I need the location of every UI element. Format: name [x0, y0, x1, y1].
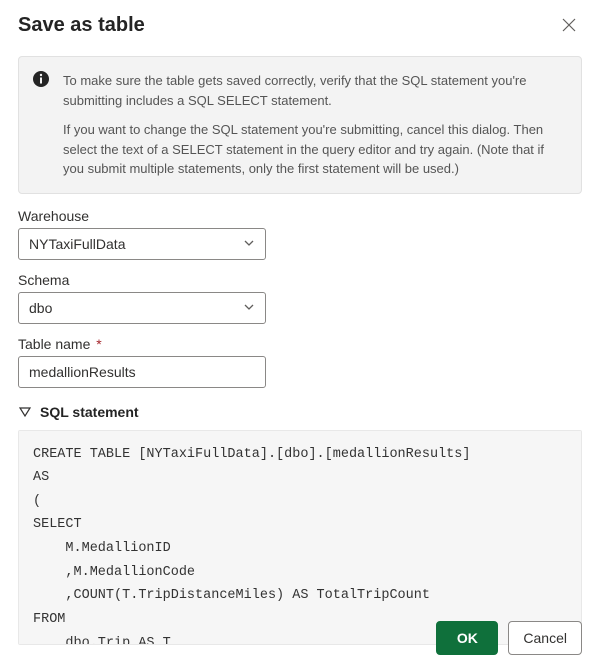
cancel-button[interactable]: Cancel	[508, 621, 582, 655]
required-mark: *	[96, 336, 101, 352]
warehouse-label: Warehouse	[18, 208, 582, 224]
dialog-title: Save as table	[18, 14, 145, 37]
table-name-label: Table name *	[18, 336, 582, 352]
warehouse-field: Warehouse NYTaxiFullData	[18, 208, 582, 260]
schema-select[interactable]: dbo	[18, 292, 266, 324]
close-icon	[562, 19, 576, 36]
expand-toggle-icon	[18, 405, 32, 419]
sql-statement-header[interactable]: SQL statement	[18, 404, 582, 420]
info-icon	[33, 71, 49, 87]
table-name-field: Table name *	[18, 336, 582, 388]
schema-value: dbo	[29, 300, 52, 316]
info-text-1: To make sure the table gets saved correc…	[63, 71, 565, 110]
table-name-input[interactable]	[18, 356, 266, 388]
close-button[interactable]	[556, 14, 582, 40]
sql-statement-label: SQL statement	[40, 404, 139, 420]
warehouse-value: NYTaxiFullData	[29, 236, 125, 252]
schema-field: Schema dbo	[18, 272, 582, 324]
dialog-footer: OK Cancel	[436, 621, 582, 655]
chevron-down-icon	[243, 300, 255, 316]
warehouse-select[interactable]: NYTaxiFullData	[18, 228, 266, 260]
schema-label: Schema	[18, 272, 582, 288]
info-text-2: If you want to change the SQL statement …	[63, 120, 565, 179]
ok-button[interactable]: OK	[436, 621, 498, 655]
info-banner: To make sure the table gets saved correc…	[18, 56, 582, 194]
sql-code-block[interactable]: CREATE TABLE [NYTaxiFullData].[dbo].[med…	[18, 430, 582, 645]
chevron-down-icon	[243, 236, 255, 252]
